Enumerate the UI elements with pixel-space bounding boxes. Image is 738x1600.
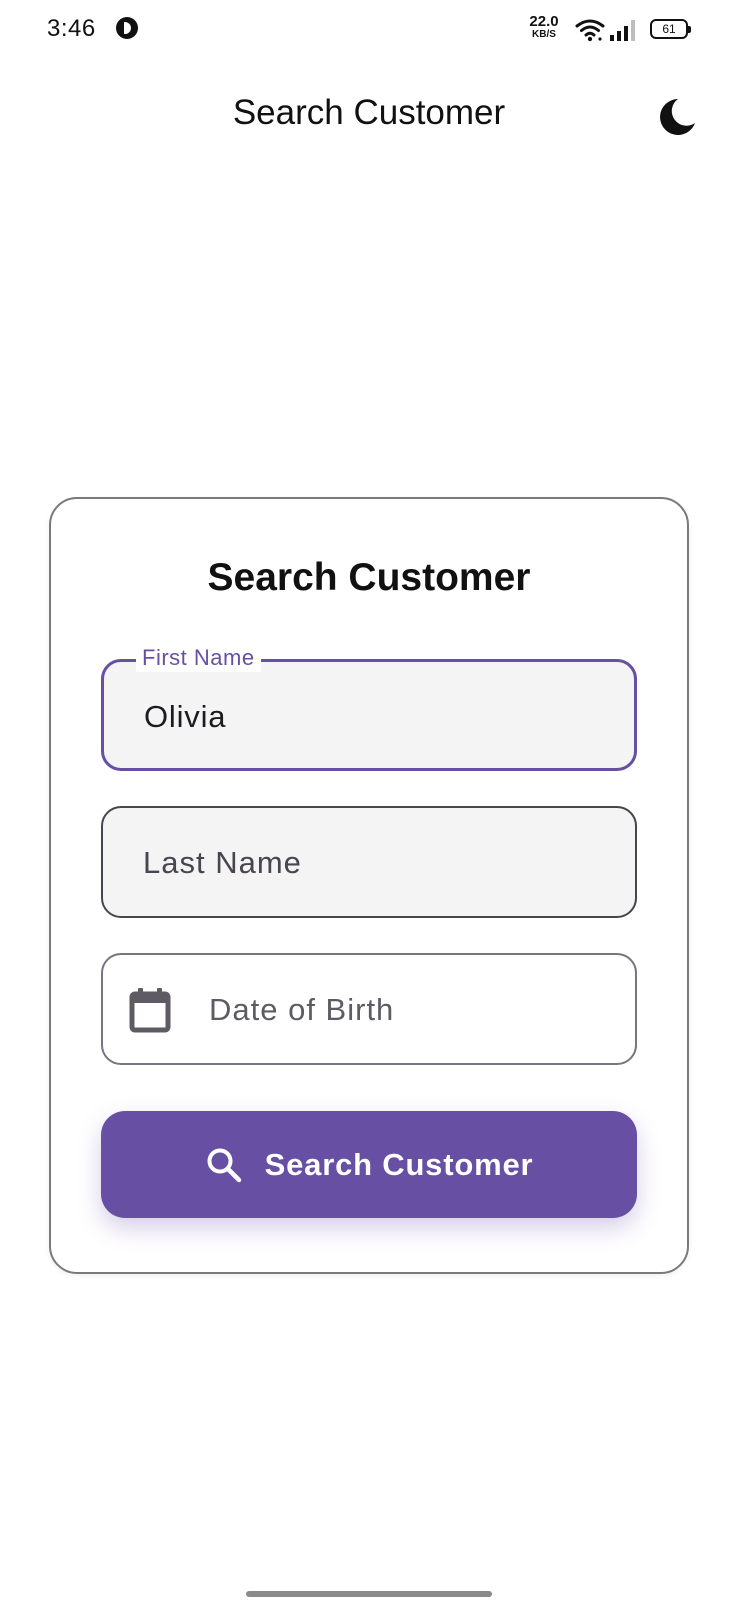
calendar-icon xyxy=(129,988,171,1033)
wifi-icon xyxy=(575,19,605,42)
search-customer-button[interactable]: Search Customer xyxy=(101,1111,637,1218)
date-of-birth-field[interactable]: Date of Birth xyxy=(101,953,637,1065)
theme-toggle-button[interactable] xyxy=(652,92,702,142)
date-of-birth-placeholder: Date of Birth xyxy=(209,992,395,1027)
first-name-field[interactable]: First Name Olivia xyxy=(101,644,637,771)
network-speed-unit: KB/S xyxy=(532,29,556,40)
signal-icon xyxy=(610,20,635,41)
screen: 3:46 22.0 KB/S 61 Search Customer Search… xyxy=(0,0,738,1600)
battery-indicator: 61 xyxy=(650,19,691,39)
search-customer-button-label: Search Customer xyxy=(264,1146,534,1182)
network-speed-value: 22.0 xyxy=(529,13,559,30)
search-form-card: Search Customer First Name Olivia Last N… xyxy=(49,497,689,1274)
app-bar-title: Search Customer xyxy=(232,93,506,132)
network-speed: 22.0 KB/S xyxy=(526,14,562,40)
first-name-value[interactable]: Olivia xyxy=(144,699,604,735)
search-icon xyxy=(207,1148,241,1182)
last-name-placeholder: Last Name xyxy=(143,845,302,880)
app-bar: Search Customer xyxy=(0,60,738,170)
last-name-field[interactable]: Last Name xyxy=(101,806,637,918)
notification-app-icon xyxy=(116,17,138,39)
home-indicator[interactable] xyxy=(246,1591,492,1597)
status-time: 3:46 xyxy=(47,15,96,42)
status-bar: 3:46 22.0 KB/S 61 xyxy=(0,0,738,58)
dark-mode-moon-icon xyxy=(660,99,695,135)
first-name-label: First Name xyxy=(136,644,261,672)
form-title: Search Customer xyxy=(207,556,531,599)
